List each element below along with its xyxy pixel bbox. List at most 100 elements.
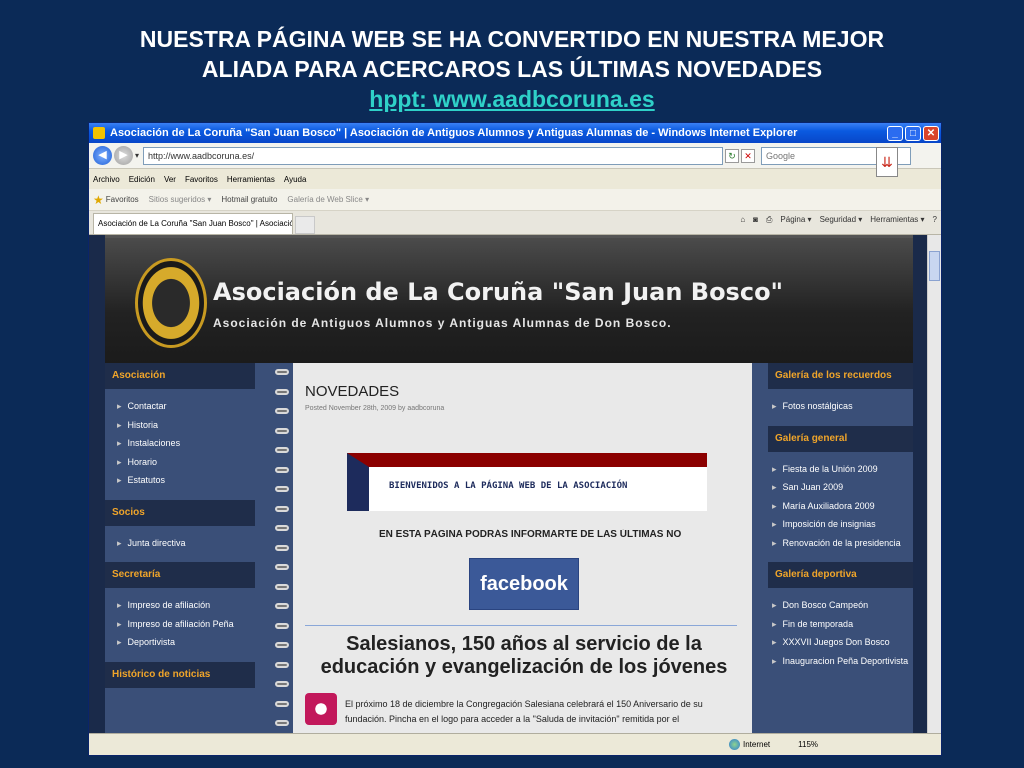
spiral-ring [275,622,289,629]
spiral-ring [275,544,289,551]
sidebar-link[interactable]: Historia [117,416,271,435]
page-menu[interactable]: Página ▾ [780,215,811,225]
slide-title: NUESTRA PÁGINA WEB SE HA CONVERTIDO EN N… [0,24,1024,114]
favorites-button[interactable]: Favoritos [106,195,139,204]
welcome-banner: BIENVENIDOS A LA PÁGINA WEB DE LA ASOCIA… [347,453,707,511]
stop-button[interactable]: ✕ [741,148,756,163]
site-title[interactable]: Asociación de La Coruña "San Juan Bosco" [213,278,783,306]
page-viewport: Asociación de La Coruña "San Juan Bosco"… [89,235,927,733]
sidebar-link[interactable]: Don Bosco Campeón [772,596,913,615]
sidebar-link[interactable]: Instalaciones [117,434,271,453]
favorite-hotmail[interactable]: Hotmail gratuito [221,195,277,204]
home-icon[interactable]: ⌂ [740,215,745,225]
address-field[interactable] [143,146,724,165]
sidebar-link[interactable]: Horario [117,453,271,472]
spiral-ring [275,661,289,668]
sidebar-list: Fiesta de la Unión 2009 San Juan 2009 Ma… [752,452,913,563]
sidebar-link[interactable]: Fin de temporada [772,615,913,634]
sidebar-heading: Socios [105,499,255,526]
sidebar-link[interactable]: Junta directiva [117,534,271,553]
sidebar-link[interactable]: María Auxiliadora 2009 [772,497,913,516]
spiral-ring [275,603,289,609]
sidebar-link[interactable]: Contactar [117,397,271,416]
divider [305,625,737,626]
maximize-button[interactable]: □ [905,125,921,141]
post-body: El próximo 18 de diciembre la Congregaci… [345,699,703,724]
spiral-ring [275,700,289,707]
address-toolbar: ◀ ▶ ▾ ↻ ✕ [89,143,941,169]
site-subtitle: Asociación de Antiguos Alumnos y Antigua… [213,316,672,330]
ie-icon [93,127,105,139]
sidebar-link[interactable]: Deportivista [117,633,271,652]
spiral-ring [275,681,289,687]
sidebar-link[interactable]: Inauguracion Peña Deportivista [772,652,913,671]
post-headline-line-2: educación y evangelización de los jóvene… [320,656,728,678]
sidebar-link[interactable]: San Juan 2009 [772,478,913,497]
sidebar-link[interactable]: Fiesta de la Unión 2009 [772,460,913,479]
website-link[interactable]: hppt: www.aadbcoruna.es [0,84,1024,114]
back-button[interactable]: ◀ [93,146,112,165]
menu-ver[interactable]: Ver [164,175,176,184]
sidebar-list: Junta directiva [105,526,271,563]
scrollbar-thumb[interactable] [929,251,940,281]
spiral-ring [275,720,289,726]
menu-favoritos[interactable]: Favoritos [185,175,218,184]
sidebar-list: Contactar Historia Instalaciones Horario… [105,389,271,500]
menu-ayuda[interactable]: Ayuda [284,175,307,184]
minimize-button[interactable]: _ [887,125,903,141]
favorites-bar: ★ Favoritos Sitios sugeridos ▾ Hotmail g… [89,189,941,211]
facebook-logo[interactable]: facebook [469,558,579,610]
association-logo[interactable] [135,258,207,348]
spiral-ring [275,408,289,414]
sidebar-link[interactable]: Imposición de insignias [772,515,913,534]
refresh-button[interactable]: ↻ [725,148,740,163]
vertical-scrollbar[interactable] [927,235,941,733]
salesian-logo-image[interactable] [305,693,337,725]
close-button[interactable]: ✕ [923,125,939,141]
slide-title-line-2: ALIADA PARA ACERCAROS LAS ÚLTIMAS NOVEDA… [201,56,823,82]
spiral-ring [275,505,289,512]
sidebar-link[interactable]: XXXVII Juegos Don Bosco [772,633,913,652]
sidebar-list: Fotos nostálgicas [752,389,913,426]
forward-button[interactable]: ▶ [114,146,133,165]
menu-herramientas[interactable]: Herramientas [227,175,275,184]
download-arrows-icon[interactable]: ⇊ [876,147,898,177]
tools-menu[interactable]: Herramientas ▾ [870,215,924,225]
spiral-ring [275,447,289,453]
menu-archivo[interactable]: Archivo [93,175,120,184]
sidebar-link[interactable]: Fotos nostálgicas [772,397,913,416]
sidebar-link[interactable]: Estatutos [117,471,271,490]
feeds-icon[interactable]: ◙ [753,215,758,225]
spiral-ring [275,486,289,492]
info-line: EN ESTA PÁGINA PODRÁS INFORMARTE DE LAS … [379,529,682,540]
site-header: Asociación de La Coruña "San Juan Bosco"… [105,235,913,363]
favorites-star-icon[interactable]: ★ [93,193,104,207]
security-menu[interactable]: Seguridad ▾ [820,215,863,225]
sidebar-link[interactable]: Impreso de afiliación [117,596,271,615]
post-title[interactable]: NOVEDADES [305,383,399,400]
spiral-ring [275,369,289,375]
zoom-level[interactable]: 115% [798,740,818,749]
help-icon[interactable]: ? [933,215,937,225]
sidebar-heading: Galería general [768,425,913,452]
tab-active[interactable]: Asociación de La Coruña "San Juan Bosco"… [93,213,293,234]
globe-icon [729,739,740,750]
main-content: NOVEDADES Posted November 28th, 2009 by … [293,363,752,733]
post-headline: Salesianos, 150 años al servicio de la e… [309,633,739,679]
spiral-ring [275,642,289,648]
menu-edicion[interactable]: Edición [129,175,155,184]
new-tab-button[interactable] [295,216,315,234]
spiral-ring [275,427,289,434]
post-headline-line-1: Salesianos, 150 años al servicio de la [346,633,702,655]
sidebar-link[interactable]: Renovación de la presidencia [772,534,913,553]
window-titlebar[interactable]: Asociación de La Coruña "San Juan Bosco"… [89,123,941,143]
history-dropdown-icon[interactable]: ▾ [135,151,139,160]
favorite-web-slice-gallery[interactable]: Galería de Web Slice ▾ [287,195,369,204]
spiral-ring [275,564,289,570]
print-icon[interactable]: ⎙ [766,215,772,225]
sidebar-link[interactable]: Impreso de afiliación Peña [117,615,271,634]
welcome-banner-text: BIENVENIDOS A LA PÁGINA WEB DE LA ASOCIA… [389,481,628,491]
favorite-suggested-sites[interactable]: Sitios sugeridos ▾ [149,195,212,204]
sidebar-list: Don Bosco Campeón Fin de temporada XXXVI… [752,588,913,680]
browser-window: Asociación de La Coruña "San Juan Bosco"… [88,122,942,756]
